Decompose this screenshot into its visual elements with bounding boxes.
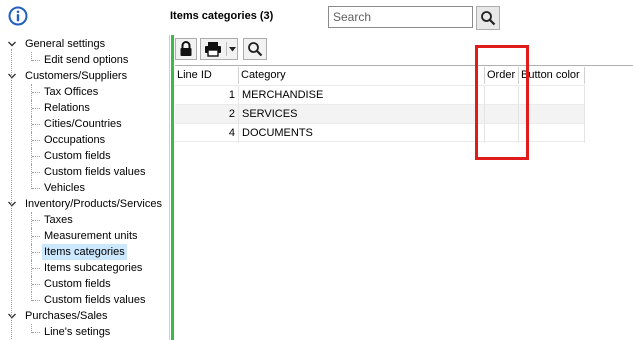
tree-connector bbox=[11, 49, 12, 339]
category-cell[interactable]: MERCHANDISE bbox=[239, 86, 485, 105]
category-cell[interactable]: SERVICES bbox=[239, 105, 485, 124]
tree-item[interactable]: Items categories bbox=[42, 244, 127, 260]
tree-connector bbox=[31, 100, 32, 116]
tree-connector bbox=[32, 188, 40, 189]
tree-connector bbox=[32, 300, 40, 301]
tree-item[interactable]: Measurement units bbox=[42, 228, 140, 244]
magnifier-icon bbox=[248, 42, 263, 57]
chevron-down-icon[interactable] bbox=[7, 196, 17, 212]
settings-tree: General settings Edit send options Custome… bbox=[0, 35, 170, 340]
tree-item[interactable]: Items subcategories bbox=[42, 260, 144, 276]
tree-connector bbox=[32, 284, 40, 285]
tree-connector bbox=[31, 228, 32, 244]
tree-item[interactable]: Taxes bbox=[42, 212, 75, 228]
chevron-down-icon[interactable] bbox=[7, 68, 17, 84]
tree-group[interactable]: Inventory/Products/Services bbox=[23, 196, 164, 212]
tree-connector bbox=[32, 92, 40, 93]
tree-item-label: Custom fields bbox=[44, 278, 111, 290]
tree-connector bbox=[32, 140, 40, 141]
tree-item-label: Vehicles bbox=[44, 182, 85, 194]
tree-connector bbox=[31, 324, 32, 333]
splitter-bar[interactable] bbox=[171, 35, 174, 340]
tree-connector bbox=[32, 156, 40, 157]
tree-item[interactable]: Occupations bbox=[42, 132, 107, 148]
tree-connector bbox=[31, 260, 32, 276]
info-icon[interactable] bbox=[8, 6, 28, 26]
tree-item-label: Custom fields bbox=[44, 150, 111, 162]
tree-item-label: Items categories bbox=[42, 244, 127, 260]
tree-item-label: Occupations bbox=[44, 134, 106, 146]
tree-connector bbox=[31, 180, 32, 189]
line-id-cell[interactable]: 1 bbox=[175, 86, 239, 105]
tree-group[interactable]: Customers/Suppliers bbox=[23, 68, 129, 84]
tree-item-label: Taxes bbox=[44, 214, 73, 226]
tree-connector bbox=[32, 268, 40, 269]
lock-icon bbox=[180, 41, 192, 56]
tree-group[interactable]: General settings bbox=[23, 36, 107, 52]
tree-connector bbox=[32, 60, 40, 61]
tree-item[interactable]: Line's setings bbox=[42, 324, 112, 340]
tree-item[interactable]: Custom fields values bbox=[42, 164, 148, 180]
tree-connector bbox=[31, 212, 32, 228]
tree-group[interactable]: Purchases/Sales bbox=[23, 308, 110, 324]
search-button[interactable] bbox=[476, 6, 500, 30]
tree-connector bbox=[32, 236, 40, 237]
tree-connector bbox=[31, 292, 32, 301]
tree-connector bbox=[32, 220, 40, 221]
tree-item-label: Tax Offices bbox=[44, 86, 99, 98]
tree-item-label: Line's setings bbox=[44, 326, 111, 338]
tree-connector bbox=[31, 164, 32, 180]
tree-item-label: Cities/Countries bbox=[44, 118, 122, 130]
tree-item[interactable]: Vehicles bbox=[42, 180, 87, 196]
tree-connector bbox=[31, 84, 32, 100]
line-id-cell[interactable]: 2 bbox=[175, 105, 239, 124]
tree-item-label: Measurement units bbox=[44, 230, 138, 242]
tree-connector bbox=[32, 252, 40, 253]
search-icon bbox=[481, 11, 496, 26]
print-button[interactable] bbox=[200, 38, 238, 60]
tree-connector bbox=[32, 332, 40, 333]
tree-connector bbox=[31, 276, 32, 292]
tree-item[interactable]: Custom fields bbox=[42, 276, 113, 292]
tree-connector bbox=[31, 52, 32, 61]
page-title: Items categories (3) bbox=[170, 10, 274, 22]
column-header-line-id[interactable]: Line ID bbox=[175, 67, 239, 84]
tree-connector bbox=[31, 132, 32, 148]
tree-connector bbox=[31, 116, 32, 132]
search-input[interactable] bbox=[328, 6, 473, 28]
lock-button[interactable] bbox=[175, 38, 197, 60]
grid-top-border bbox=[175, 65, 633, 66]
tree-connector bbox=[31, 148, 32, 164]
tree-item[interactable]: Edit send options bbox=[42, 52, 130, 68]
tree-connector bbox=[32, 172, 40, 173]
tree-item-label: Inventory/Products/Services bbox=[25, 198, 162, 210]
column-header-category[interactable]: Category bbox=[239, 67, 485, 84]
tree-item-label: Custom fields values bbox=[44, 294, 146, 306]
highlight-annotation-box bbox=[475, 45, 529, 160]
tree-connector bbox=[32, 108, 40, 109]
tree-item-label: Relations bbox=[44, 102, 90, 114]
tree-item[interactable]: Custom fields values bbox=[42, 292, 148, 308]
tree-item[interactable]: Relations bbox=[42, 100, 92, 116]
find-button[interactable] bbox=[243, 38, 267, 60]
tree-item[interactable]: Tax Offices bbox=[42, 84, 100, 100]
category-cell[interactable]: DOCUMENTS bbox=[239, 124, 485, 143]
tree-item-label: Custom fields values bbox=[44, 166, 146, 178]
chevron-down-icon[interactable] bbox=[7, 36, 17, 52]
tree-item-label: Purchases/Sales bbox=[25, 310, 108, 322]
tree-connector bbox=[31, 244, 32, 260]
chevron-down-icon[interactable] bbox=[7, 308, 17, 324]
tree-item[interactable]: Custom fields bbox=[42, 148, 113, 164]
tree-item-label: Edit send options bbox=[44, 54, 129, 66]
tree-item-label: General settings bbox=[25, 38, 106, 50]
printer-icon bbox=[205, 42, 221, 57]
line-id-cell[interactable]: 4 bbox=[175, 124, 239, 143]
caret-down-icon[interactable] bbox=[229, 47, 236, 52]
tree-item-label: Customers/Suppliers bbox=[25, 70, 128, 82]
tree-connector bbox=[32, 124, 40, 125]
tree-item-label: Items subcategories bbox=[44, 262, 143, 274]
tree-item[interactable]: Cities/Countries bbox=[42, 116, 124, 132]
